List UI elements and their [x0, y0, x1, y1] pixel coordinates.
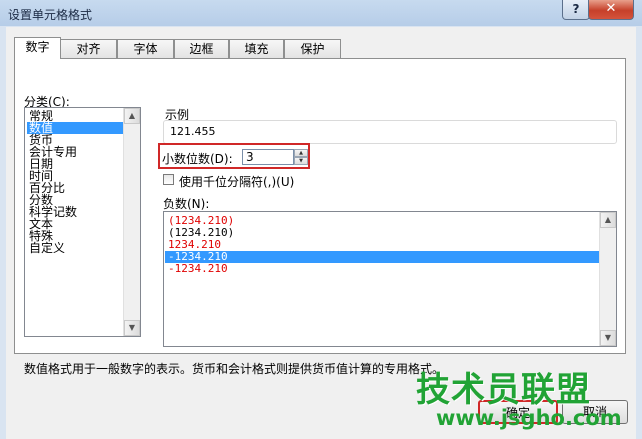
- spin-up-icon[interactable]: ▲: [294, 149, 308, 157]
- thousands-separator-label[interactable]: 使用千位分隔符(,)(U): [179, 173, 294, 190]
- decimal-places-input[interactable]: 3: [242, 149, 294, 165]
- negative-scrollbar[interactable]: ▲ ▼: [599, 212, 616, 346]
- title-bar[interactable]: 设置单元格格式 ? ✕: [0, 0, 642, 27]
- watermark-text: 技术员联盟: [416, 370, 591, 410]
- tab-font[interactable]: 字体: [117, 39, 174, 58]
- category-list[interactable]: 常规 数值 货币 会计专用 日期 时间 百分比 分数 科学记数 文本 特殊 自定…: [24, 107, 141, 337]
- close-icon[interactable]: ✕: [588, 0, 634, 20]
- scroll-up-icon[interactable]: ▲: [600, 212, 616, 228]
- decimal-places-spinner[interactable]: ▲ ▼: [294, 149, 308, 165]
- decimal-places-label: 小数位数(D):: [162, 152, 233, 166]
- tab-fill[interactable]: 填充: [229, 39, 284, 58]
- site-watermark: 技术员联盟 www.jsgho.com: [408, 362, 642, 439]
- spin-down-icon[interactable]: ▼: [294, 157, 308, 165]
- help-icon[interactable]: ?: [562, 0, 590, 20]
- tab-border[interactable]: 边框: [174, 39, 229, 58]
- dialog-window: 设置单元格格式 ? ✕ 数字 对齐 字体 边框 填充 保护 分类(C): 常规 …: [0, 0, 642, 439]
- dialog-title: 设置单元格格式: [8, 8, 93, 22]
- tab-alignment[interactable]: 对齐: [60, 39, 117, 58]
- sample-value: 121.455: [170, 125, 216, 138]
- sample-box: 121.455: [163, 120, 617, 144]
- scroll-down-icon[interactable]: ▼: [124, 320, 140, 336]
- tab-protection[interactable]: 保护: [284, 39, 341, 58]
- negative-format-item-selected[interactable]: -1234.210: [165, 251, 602, 263]
- scroll-up-icon[interactable]: ▲: [124, 108, 140, 124]
- tab-number[interactable]: 数字: [14, 37, 61, 59]
- number-tab-panel: 分类(C): 常规 数值 货币 会计专用 日期 时间 百分比 分数 科学记数 文…: [14, 58, 626, 376]
- category-item[interactable]: 自定义: [27, 242, 67, 254]
- format-description: 数值格式用于一般数字的表示。货币和会计格式则提供货币值计算的专用格式。: [24, 362, 445, 376]
- watermark-url: www.jsgho.com: [436, 406, 622, 430]
- negative-numbers-list[interactable]: (1234.210) (1234.210) 1234.210 -1234.210…: [163, 211, 617, 347]
- negative-numbers-label: 负数(N):: [163, 197, 210, 211]
- category-scrollbar[interactable]: ▲ ▼: [123, 108, 140, 336]
- negative-format-item[interactable]: -1234.210: [165, 263, 231, 275]
- thousands-separator-checkbox[interactable]: [163, 174, 174, 185]
- scroll-down-icon[interactable]: ▼: [600, 330, 616, 346]
